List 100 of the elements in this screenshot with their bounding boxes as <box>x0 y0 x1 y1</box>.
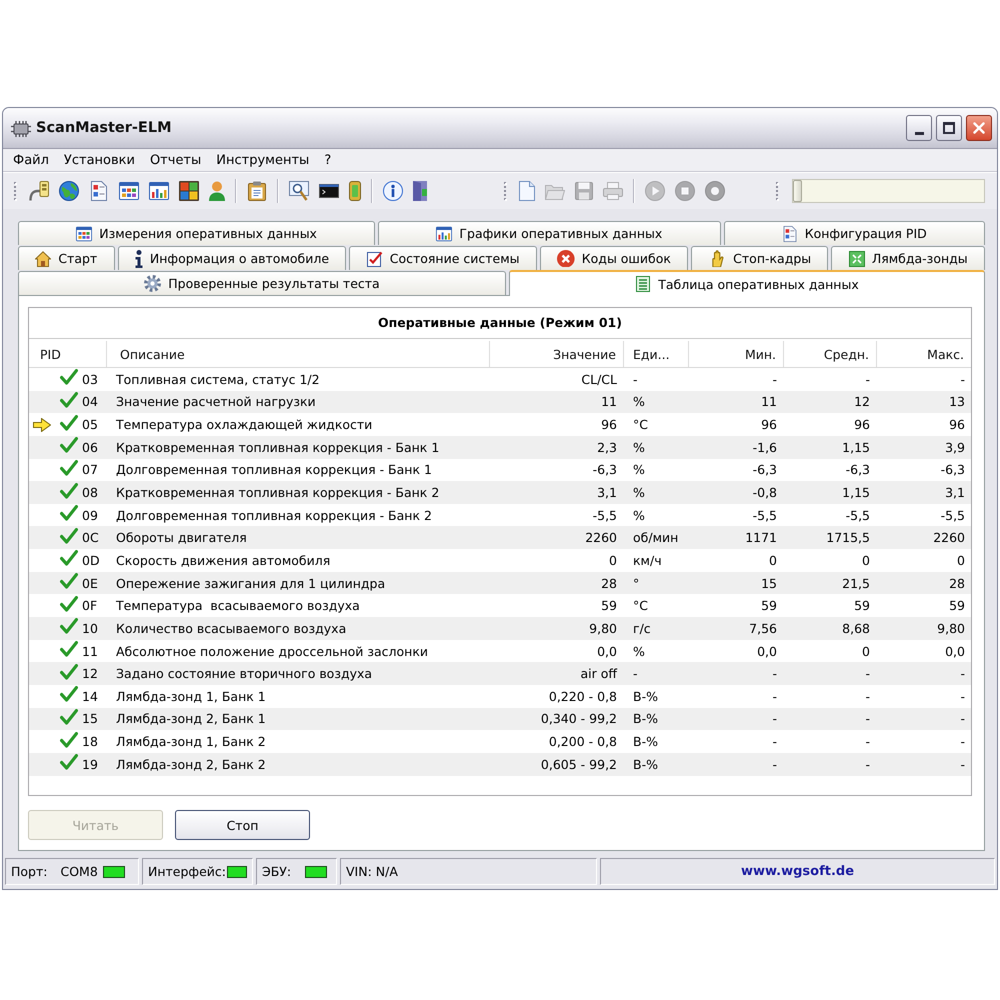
error-icon <box>557 250 575 268</box>
table-row[interactable]: 14 Лямбда-зонд 1, Банк 1 0,220 - 0,8 В-% - - - <box>29 684 971 708</box>
tab[interactable]: Информация о автомобиле <box>118 246 346 270</box>
table-cell-text: -6,3 <box>940 462 966 478</box>
table-cell-text: - <box>632 666 639 682</box>
table-row[interactable]: 0E Опережение зажигания для 1 цилиндра 28 ° 15 21,5 28 <box>29 572 971 594</box>
chip-icon <box>11 121 31 137</box>
table-cell-text: 1,15 <box>841 440 871 455</box>
table-cell-text: % <box>632 440 646 455</box>
table-cell-text: 1,15 <box>841 485 871 500</box>
table-cell: 10 <box>82 620 98 636</box>
table-row[interactable]: 0F Температура всасываемого воздуха 59 °C 59 59 59 <box>29 594 971 618</box>
menu-item[interactable]: Отчеты <box>142 150 210 170</box>
table-cell-text: Лямбда-зонд 2, Банк 2 <box>115 756 267 772</box>
tiles-icon[interactable] <box>179 181 199 201</box>
table-cell: 0D <box>82 552 100 568</box>
tab[interactable]: Проверенные результаты теста <box>18 271 506 295</box>
menu-item[interactable]: Файл <box>6 150 57 170</box>
tab[interactable]: Старт <box>18 246 115 270</box>
person-icon[interactable] <box>209 181 225 201</box>
minimize-button[interactable] <box>906 115 932 141</box>
tab[interactable]: Стоп-кадры <box>691 246 828 270</box>
table-cell: 0C <box>82 530 99 546</box>
table-cell: 19 <box>82 756 98 772</box>
table-cell-text: -1,6 <box>752 440 778 455</box>
slider-track[interactable] <box>792 179 985 203</box>
plug-icon[interactable] <box>29 181 49 201</box>
table-cell-text: В-% <box>632 711 659 726</box>
table-cell-text: 2,3 <box>596 440 618 455</box>
table-row[interactable]: 08 Кратковременная топливная коррекция - Банк 2 3,1 % -0,8 1,15 3,1 <box>29 481 971 504</box>
table-cell-text: 0 <box>861 552 871 568</box>
table-cell-text: % <box>632 508 646 523</box>
table-cell-text: % <box>632 394 646 410</box>
column-header[interactable]: Средн. <box>784 341 877 367</box>
table-row[interactable]: 11 Абсолютное положение дроссельной заслонки 0,0 % 0,0 0 0,0 <box>29 640 971 662</box>
new-document-icon[interactable] <box>519 181 535 201</box>
maximize-button[interactable] <box>936 115 962 141</box>
table-row[interactable]: 09 Долговременная топливная коррекция - Банк 2 -5,5 % -5,5 -5,5 -5,5 <box>29 504 971 526</box>
door-icon[interactable] <box>413 181 427 201</box>
table-row[interactable]: 10 Количество всасываемого воздуха 9,80 г/с 7,56 8,68 9,80 <box>29 617 971 640</box>
table-row[interactable]: 19 Лямбда-зонд 2, Банк 2 0,605 - 99,2 В-% - - - <box>29 752 971 776</box>
table-row[interactable]: 04 Значение расчетной нагрузки 11 % 11 12 13 <box>29 390 971 414</box>
menu-item[interactable]: ? <box>317 150 340 170</box>
slider-thumb[interactable] <box>793 180 802 202</box>
website-link[interactable]: www.wgsoft.de <box>740 864 854 879</box>
column-header[interactable]: Еди... <box>624 341 689 367</box>
document-icon[interactable] <box>89 181 109 201</box>
table-cell-text: Топливная система, статус 1/2 <box>115 372 321 387</box>
column-header[interactable]: Описание <box>107 341 490 367</box>
table-cell-text: 0,0 <box>596 644 618 658</box>
gripper-icon[interactable] <box>504 182 507 200</box>
clipboard-icon[interactable] <box>247 181 267 201</box>
table-cell-text: В-% <box>632 688 659 704</box>
tab[interactable]: Таблица оперативных данных <box>508 270 986 296</box>
table-cell-text: Опережение зажигания для 1 цилиндра <box>115 576 386 591</box>
grid-window-icon[interactable] <box>119 181 139 201</box>
table-row[interactable]: 18 Лямбда-зонд 1, Банк 2 0,200 - 0,8 В-% - - - <box>29 730 971 753</box>
table-cell-text: Температура охлаждающей жидкости <box>115 417 374 432</box>
tab[interactable]: Лямбда-зонды <box>831 246 985 270</box>
table-cell-text: - <box>959 688 966 704</box>
table-cell-text: -6,3 <box>844 462 871 478</box>
table-row[interactable]: 06 Кратковременная топливная коррекция - Банк 1 2,3 % -1,6 1,15 3,9 <box>29 436 971 459</box>
table-cell-text: 21,5 <box>841 576 871 591</box>
column-header[interactable]: Мин. <box>689 341 784 367</box>
table-row[interactable]: 15 Лямбда-зонд 2, Банк 1 0,340 - 99,2 В-% - - - <box>29 708 971 730</box>
table-cell-text: 12 <box>853 394 871 410</box>
table-cell-text: °C <box>632 417 649 432</box>
table-cell-text: -0,8 <box>752 485 778 500</box>
column-header[interactable]: Значение <box>490 341 624 367</box>
tab[interactable]: Состояние системы <box>349 246 537 270</box>
column-header[interactable]: Макс. <box>877 341 971 367</box>
action-button[interactable]: Стоп <box>175 810 310 840</box>
table-row[interactable]: 07 Долговременная топливная коррекция - Банк 1 -6,3 % -6,3 -6,3 -6,3 <box>29 458 971 482</box>
column-header[interactable]: PID <box>29 341 107 367</box>
info-icon[interactable] <box>383 181 403 201</box>
close-button[interactable] <box>966 115 992 141</box>
tab[interactable]: Конфигурация PID <box>724 221 985 245</box>
globe-icon[interactable] <box>59 181 79 201</box>
tab[interactable]: Измерения оперативных данных <box>18 221 376 245</box>
menu-item[interactable]: Установки <box>56 150 143 170</box>
table-cell-text: - <box>864 734 871 750</box>
grid-window-icon <box>76 226 92 242</box>
bar-chart-icon[interactable] <box>149 181 169 201</box>
table-row[interactable]: 0C Обороты двигателя 2260 об/мин 1171 1715,5 2260 <box>29 526 971 550</box>
table-row[interactable]: 05 Температура охлаждающей жидкости 96 °C 96 96 96 <box>29 413 971 436</box>
table-row[interactable]: 0D Скорость движения автомобиля 0 км/ч 0 0 0 <box>29 549 971 572</box>
status-label: ЭБУ: <box>262 864 292 879</box>
gripper-icon[interactable] <box>776 182 779 200</box>
table-row[interactable]: 12 Задано состояние вторичного воздуха air off - - - - <box>29 662 971 685</box>
table-cell: 14 <box>82 688 98 704</box>
battery-icon[interactable] <box>349 181 361 201</box>
table-cell-text: В-% <box>632 756 659 772</box>
table-row[interactable]: 03 Топливная система, статус 1/2 CL/CL - - - - <box>29 368 971 391</box>
table-cell-text: 96 <box>853 417 871 432</box>
tab[interactable]: Графики оперативных данных <box>378 221 721 245</box>
gripper-icon[interactable] <box>14 182 17 200</box>
magnifier-screen-icon[interactable] <box>289 181 309 201</box>
menu-item[interactable]: Инструменты <box>209 150 318 170</box>
tab[interactable]: Коды ошибок <box>540 246 688 270</box>
terminal-icon[interactable] <box>319 184 339 198</box>
